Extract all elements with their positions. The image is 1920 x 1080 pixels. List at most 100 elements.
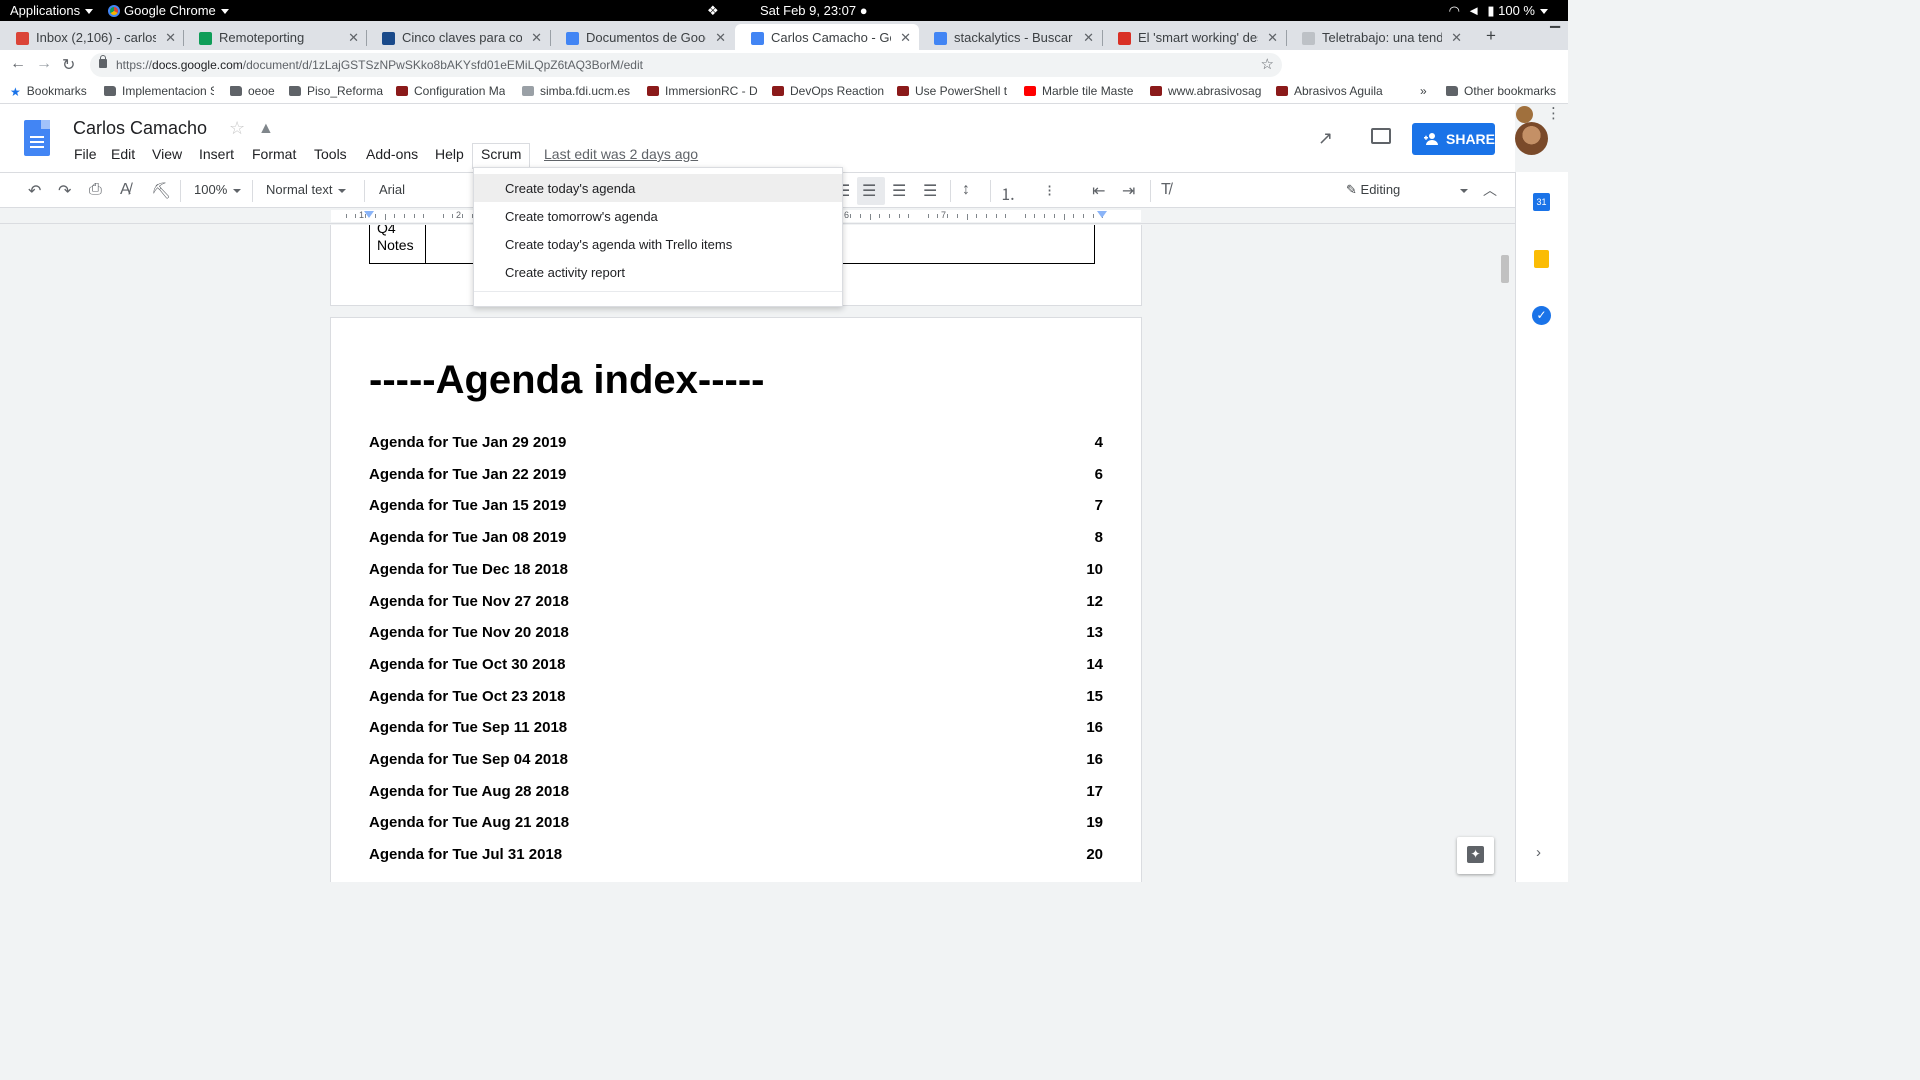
bookmark-item[interactable]: DevOps Reaction bbox=[772, 84, 884, 98]
numbered-list-icon[interactable]: ⒈ bbox=[1000, 181, 1016, 205]
tab[interactable]: Documentos de Google ✕ bbox=[550, 24, 734, 50]
bookmark-item[interactable]: Marble tile Maste bbox=[1024, 84, 1133, 98]
kebab-menu-icon[interactable]: ⋮ bbox=[1546, 104, 1561, 122]
toc-entry[interactable]: Agenda for Tue Jul 31 2018 20 bbox=[369, 846, 1103, 868]
align-center-icon[interactable]: ☰ bbox=[862, 181, 876, 201]
bookmark-item[interactable]: Configuration Ma bbox=[396, 84, 505, 98]
menu-format[interactable]: Format bbox=[244, 144, 304, 164]
share-button[interactable]: SHARE bbox=[1412, 123, 1495, 155]
align-right-icon[interactable]: ☰ bbox=[892, 181, 906, 201]
new-tab-button[interactable]: + bbox=[1486, 26, 1496, 46]
toc-entry[interactable]: Agenda for Tue Jan 15 2019 7 bbox=[369, 497, 1103, 519]
zoom-select[interactable]: 100% bbox=[194, 182, 242, 197]
back-arrow-icon[interactable]: ← bbox=[10, 55, 26, 73]
star-icon[interactable]: ☆ bbox=[229, 118, 245, 139]
tab[interactable]: El 'smart working' desban ✕ bbox=[1102, 24, 1286, 50]
spellcheck-icon[interactable]: A̸ bbox=[120, 181, 131, 199]
toc-entry[interactable]: Agenda for Tue Jan 22 2019 6 bbox=[369, 466, 1103, 488]
toc-entry[interactable]: Agenda for Tue Jan 29 2019 4 bbox=[369, 434, 1103, 456]
toc-entry[interactable]: Agenda for Tue Sep 04 2018 16 bbox=[369, 751, 1103, 773]
font-select[interactable]: Arial bbox=[379, 182, 405, 197]
redo-icon[interactable]: ↷ bbox=[58, 181, 71, 201]
toc-entry[interactable]: Agenda for Tue Nov 20 2018 13 bbox=[369, 624, 1103, 646]
bulleted-list-icon[interactable]: ⁝ bbox=[1047, 181, 1052, 201]
bookmarks-overflow-icon[interactable]: » bbox=[1420, 84, 1427, 98]
menu-item-create-todays-agenda[interactable]: Create today's agenda bbox=[474, 174, 842, 202]
reload-icon[interactable]: ↻ bbox=[62, 55, 75, 75]
close-icon[interactable]: ✕ bbox=[165, 30, 176, 46]
calendar-icon[interactable]: 31 bbox=[1533, 193, 1550, 211]
tab[interactable]: Carlos Camacho - Googl ✕ bbox=[735, 24, 919, 50]
editing-mode-select[interactable]: ✎ Editing bbox=[1346, 182, 1469, 198]
bookmark-item[interactable]: Abrasivos Aguila bbox=[1276, 84, 1383, 98]
close-icon[interactable]: ✕ bbox=[715, 30, 726, 46]
system-status[interactable]: ◠ ◄ ▮ 100 % bbox=[1449, 3, 1548, 19]
bookmark-item[interactable]: Piso_Reforma bbox=[289, 84, 383, 98]
user-avatar[interactable] bbox=[1515, 122, 1548, 155]
bookmark-item[interactable]: Implementacion S bbox=[104, 84, 214, 98]
document-title[interactable]: Carlos Camacho bbox=[73, 118, 207, 139]
bookmark-item[interactable]: oeoe bbox=[230, 84, 275, 98]
print-icon[interactable]: ⎙ bbox=[89, 181, 102, 199]
docs-logo-icon[interactable] bbox=[24, 120, 50, 156]
activity-trend-icon[interactable]: ↗ bbox=[1318, 128, 1333, 149]
increase-indent-icon[interactable]: ⇥ bbox=[1122, 181, 1135, 201]
close-icon[interactable]: ✕ bbox=[348, 30, 359, 46]
chrome-app-menu[interactable]: Google Chrome bbox=[108, 3, 229, 18]
collapse-menus-icon[interactable]: ︿ bbox=[1483, 180, 1497, 200]
bookmark-item[interactable]: simba.fdi.ucm.es bbox=[522, 84, 630, 98]
tab[interactable]: stackalytics - Buscar con ✕ bbox=[918, 24, 1102, 50]
paragraph-style-select[interactable]: Normal text bbox=[266, 182, 347, 197]
scrollbar-thumb[interactable] bbox=[1501, 255, 1509, 283]
close-icon[interactable]: ✕ bbox=[1083, 30, 1094, 46]
undo-icon[interactable]: ↶ bbox=[28, 181, 41, 201]
chevron-right-icon[interactable]: › bbox=[1536, 844, 1541, 861]
toc-entry[interactable]: Agenda for Tue Oct 23 2018 15 bbox=[369, 688, 1103, 710]
right-indent-marker[interactable] bbox=[1097, 211, 1107, 218]
menu-add-ons[interactable]: Add-ons bbox=[358, 144, 426, 164]
tab[interactable]: Inbox (2,106) - carloscam ✕ bbox=[0, 24, 184, 50]
decrease-indent-icon[interactable]: ⇤ bbox=[1092, 181, 1105, 201]
bookmark-item[interactable]: ★ Bookmarks bbox=[10, 84, 87, 99]
profile-avatar[interactable] bbox=[1516, 106, 1533, 123]
close-icon[interactable]: ✕ bbox=[1267, 30, 1278, 46]
toc-entry[interactable]: Agenda for Tue Oct 30 2018 14 bbox=[369, 656, 1103, 678]
bookmark-item[interactable]: Other bookmarks bbox=[1446, 84, 1556, 98]
toc-entry[interactable]: Agenda for Tue Nov 27 2018 12 bbox=[369, 593, 1103, 615]
close-icon[interactable]: ✕ bbox=[900, 30, 911, 46]
tab[interactable]: Teletrabajo: una tendenc ✕ bbox=[1286, 24, 1470, 50]
menu-scrum[interactable]: Scrum bbox=[472, 143, 531, 169]
toc-entry[interactable]: Agenda for Tue Jan 08 2019 8 bbox=[369, 529, 1103, 551]
toc-entry[interactable]: Agenda for Tue Dec 18 2018 10 bbox=[369, 561, 1103, 583]
tab[interactable]: Cinco claves para control ✕ bbox=[366, 24, 550, 50]
tab[interactable]: Remoteporting ✕ bbox=[183, 24, 367, 50]
menu-tools[interactable]: Tools bbox=[306, 144, 355, 164]
toc-entry[interactable]: Agenda for Tue Aug 21 2018 19 bbox=[369, 814, 1103, 836]
clock[interactable]: Sat Feb 9, 23:07 ● bbox=[760, 3, 868, 18]
bookmark-item[interactable]: Use PowerShell t bbox=[897, 84, 1007, 98]
toc-entry[interactable]: Agenda for Tue Aug 28 2018 17 bbox=[369, 783, 1103, 805]
menu-file[interactable]: File bbox=[66, 144, 105, 164]
applications-menu[interactable]: Applications bbox=[10, 3, 94, 18]
toc-entry[interactable]: Agenda for Tue Sep 11 2018 16 bbox=[369, 719, 1103, 741]
justify-icon[interactable]: ☰ bbox=[923, 181, 937, 201]
menu-help[interactable]: Help bbox=[427, 144, 472, 164]
bookmark-star-icon[interactable]: ☆ bbox=[1261, 55, 1274, 73]
bookmark-item[interactable]: ImmersionRC - D bbox=[647, 84, 758, 98]
last-edit-link[interactable]: Last edit was 2 days ago bbox=[544, 146, 698, 162]
document-page[interactable]: -----Agenda index----- Agenda for Tue Ja… bbox=[330, 317, 1142, 882]
close-icon[interactable]: ✕ bbox=[1451, 30, 1462, 46]
menu-insert[interactable]: Insert bbox=[191, 144, 242, 164]
keep-icon[interactable] bbox=[1534, 250, 1549, 268]
url-field[interactable]: https://docs.google.com/document/d/1zLaj… bbox=[90, 53, 1282, 77]
window-control-icon[interactable]: ▔ bbox=[1550, 26, 1560, 42]
close-icon[interactable]: ✕ bbox=[531, 30, 542, 46]
left-indent-marker[interactable] bbox=[364, 211, 374, 218]
comments-icon[interactable] bbox=[1371, 128, 1391, 144]
line-spacing-icon[interactable]: ↕ bbox=[962, 181, 970, 199]
bookmark-item[interactable]: www.abrasivosag bbox=[1150, 84, 1261, 98]
menu-view[interactable]: View bbox=[144, 144, 190, 164]
move-to-drive-icon[interactable]: ▲ bbox=[258, 120, 274, 138]
menu-item-create-tomorrows-agenda[interactable]: Create tomorrow's agenda bbox=[474, 202, 842, 230]
tasks-icon[interactable]: ✓ bbox=[1532, 306, 1551, 325]
